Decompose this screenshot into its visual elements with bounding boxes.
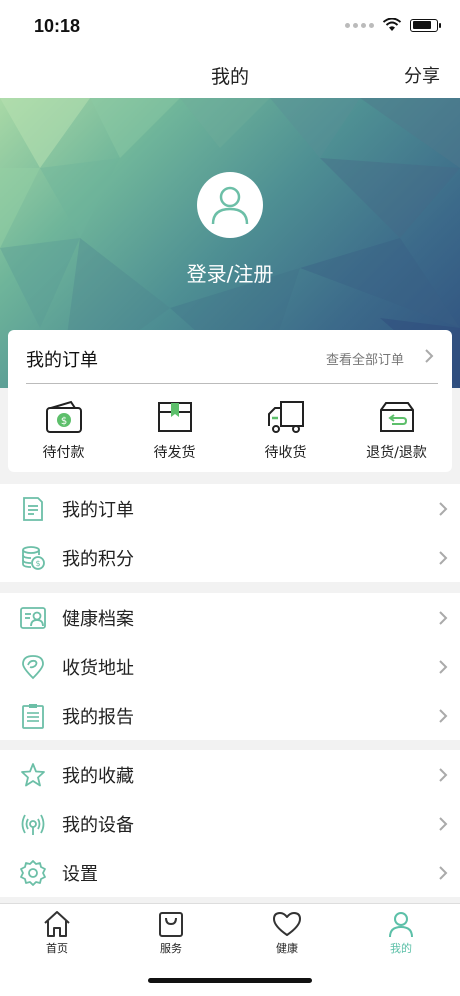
report-icon xyxy=(22,704,44,729)
avatar[interactable] xyxy=(197,172,263,238)
cellular-signal-icon xyxy=(345,22,374,28)
status-bar: 10:18 xyxy=(0,0,460,50)
chevron-right-icon xyxy=(439,817,448,831)
tab-label: 健康 xyxy=(276,942,298,955)
chevron-right-icon xyxy=(439,709,448,723)
chevron-right-icon xyxy=(439,611,448,625)
order-status-label: 退货/退款 xyxy=(366,445,427,461)
menu-item-my-orders[interactable]: 我的订单 xyxy=(0,484,460,533)
tab-home[interactable]: 首页 xyxy=(17,910,97,956)
chevron-right-icon[interactable] xyxy=(424,348,434,364)
order-status-row: $ 待付款 待发货 待收货 退货/退款 xyxy=(8,400,452,462)
menu-item-label: 我的积分 xyxy=(62,549,134,570)
home-icon xyxy=(44,911,70,937)
order-card-title: 我的订单 xyxy=(26,350,98,371)
truck-icon xyxy=(267,401,304,433)
menu-group-orders: 我的订单 $ 我的积分 xyxy=(0,484,460,582)
coins-icon: $ xyxy=(22,546,45,570)
wallet-icon: $ xyxy=(45,400,82,433)
svg-text:$: $ xyxy=(60,416,66,427)
tab-label: 服务 xyxy=(160,942,182,955)
menu-item-settings[interactable]: 设置 xyxy=(0,848,460,897)
svg-text:$: $ xyxy=(35,559,40,568)
order-status-label: 待付款 xyxy=(42,445,85,461)
chevron-right-icon xyxy=(439,502,448,516)
status-time: 10:18 xyxy=(34,16,81,36)
menu-item-label: 收货地址 xyxy=(62,658,134,679)
tab-label: 首页 xyxy=(46,942,68,955)
order-list-icon xyxy=(23,497,43,521)
order-status-returns[interactable]: 退货/退款 xyxy=(341,400,452,462)
menu-item-label: 我的收藏 xyxy=(62,766,134,787)
menu-item-label: 我的订单 xyxy=(62,500,134,521)
gear-icon xyxy=(20,860,46,886)
bag-icon xyxy=(159,912,183,937)
device-signal-icon xyxy=(21,814,45,835)
order-status-pending-payment[interactable]: $ 待付款 xyxy=(8,400,119,462)
tab-label: 我的 xyxy=(390,942,412,955)
menu-item-label: 设置 xyxy=(62,864,98,885)
chevron-right-icon xyxy=(439,866,448,880)
status-icons xyxy=(345,18,441,32)
divider xyxy=(26,383,438,384)
order-status-label: 待收货 xyxy=(264,445,307,461)
return-box-icon xyxy=(379,402,414,432)
order-card: 我的订单 查看全部订单 $ 待付款 待发货 待收货 退货/退款 xyxy=(8,330,452,472)
tab-mine[interactable]: 我的 xyxy=(361,910,441,956)
share-button[interactable]: 分享 xyxy=(404,62,440,88)
menu-item-label: 健康档案 xyxy=(62,609,134,630)
home-indicator xyxy=(148,978,312,983)
menu-item-health-record[interactable]: 健康档案 xyxy=(0,593,460,642)
order-status-label: 待发货 xyxy=(153,445,196,461)
menu-group-profile: 健康档案 收货地址 我的报告 xyxy=(0,593,460,740)
package-icon xyxy=(157,402,192,432)
menu-group-settings: 我的收藏 我的设备 设置 xyxy=(0,750,460,897)
battery-icon xyxy=(410,18,441,32)
menu-item-label: 我的报告 xyxy=(62,707,134,728)
heart-icon xyxy=(273,912,301,936)
order-status-pending-receipt[interactable]: 待收货 xyxy=(230,400,341,462)
view-all-orders-link[interactable]: 查看全部订单 xyxy=(326,349,404,368)
page-title: 我的 xyxy=(210,66,249,88)
chevron-right-icon xyxy=(439,551,448,565)
login-register-link[interactable]: 登录/注册 xyxy=(0,258,460,287)
chevron-right-icon xyxy=(439,768,448,782)
menu-item-devices[interactable]: 我的设备 xyxy=(0,799,460,848)
menu-item-shipping-address[interactable]: 收货地址 xyxy=(0,642,460,691)
star-icon xyxy=(21,763,45,787)
menu-item-favorites[interactable]: 我的收藏 xyxy=(0,750,460,799)
user-icon xyxy=(389,912,413,938)
menu-item-label: 我的设备 xyxy=(62,815,134,836)
nav-bar: 我的 分享 xyxy=(0,50,460,98)
user-avatar-icon xyxy=(211,186,249,225)
menu-item-my-reports[interactable]: 我的报告 xyxy=(0,691,460,740)
order-status-pending-shipment[interactable]: 待发货 xyxy=(119,400,230,462)
health-record-icon xyxy=(20,607,46,629)
tab-health[interactable]: 健康 xyxy=(247,910,327,956)
wifi-icon xyxy=(382,18,402,31)
location-pin-icon xyxy=(22,655,44,680)
tab-services[interactable]: 服务 xyxy=(131,910,211,956)
menu-item-my-points[interactable]: $ 我的积分 xyxy=(0,533,460,582)
chevron-right-icon xyxy=(439,660,448,674)
